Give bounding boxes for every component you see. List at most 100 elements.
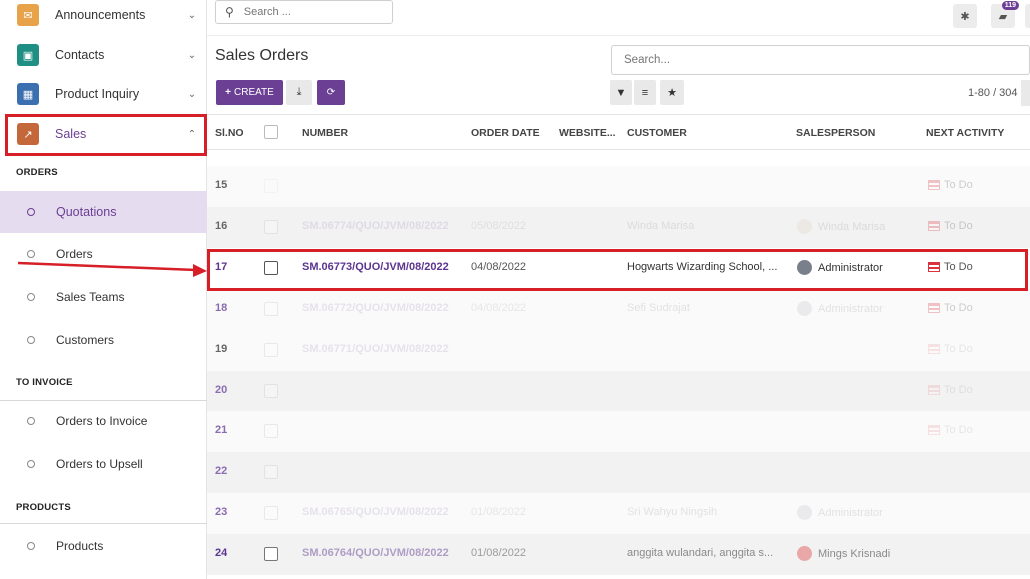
menu-item-quotations[interactable]: Quotations bbox=[0, 191, 207, 233]
list-search-box[interactable] bbox=[611, 45, 1030, 75]
section-orders: ORDERS bbox=[16, 167, 58, 178]
favorites-button[interactable]: ★ bbox=[660, 80, 684, 105]
column-header[interactable]: ORDER DATE bbox=[471, 127, 540, 139]
order-number[interactable]: SM.06771/QUO/JVM/08/2022 bbox=[302, 343, 449, 355]
order-number[interactable]: SM.06773/QUO/JVM/08/2022 bbox=[302, 261, 449, 273]
bug-icon: ✱ bbox=[960, 10, 970, 23]
menu-item-customers[interactable]: Customers bbox=[0, 321, 207, 359]
row-number: 24 bbox=[215, 547, 228, 559]
divider bbox=[0, 400, 207, 401]
row-checkbox[interactable] bbox=[264, 384, 278, 398]
sidebar: ✉ Announcements ⌄ ▣ Contacts ⌄ ▦ Product… bbox=[0, 0, 207, 579]
menu-item-products[interactable]: Products bbox=[0, 527, 207, 565]
app-label: Product Inquiry bbox=[55, 87, 140, 101]
activity-cell: To Do bbox=[928, 302, 973, 314]
row-checkbox[interactable] bbox=[264, 302, 278, 316]
table-row[interactable]: 23 SM.06765/QUO/JVM/08/2022 01/08/2022 S… bbox=[207, 493, 1030, 534]
order-number[interactable]: SM.06765/QUO/JVM/08/2022 bbox=[302, 506, 449, 518]
activity-label: To Do bbox=[944, 261, 973, 273]
global-search-box[interactable]: ⚲ bbox=[215, 0, 393, 24]
order-number[interactable]: SM.06772/QUO/JVM/08/2022 bbox=[302, 302, 449, 314]
menu-item-sales-teams[interactable]: Sales Teams bbox=[0, 278, 207, 316]
row-checkbox[interactable] bbox=[264, 220, 278, 234]
order-date: 04/08/2022 bbox=[471, 261, 527, 273]
row-number: 23 bbox=[215, 506, 228, 518]
table-row[interactable]: 19 SM.06771/QUO/JVM/08/2022 To Do bbox=[207, 330, 1030, 371]
row-checkbox[interactable] bbox=[264, 506, 278, 520]
debug-bug-button[interactable]: ✱ bbox=[953, 4, 977, 28]
column-header[interactable]: NEXT ACTIVITY bbox=[926, 127, 1004, 139]
pager-value[interactable]: 1-80 / 304 bbox=[968, 87, 1018, 99]
bullet-icon bbox=[27, 417, 35, 425]
order-number[interactable]: SM.06774/QUO/JVM/08/2022 bbox=[302, 220, 449, 232]
menu-label: Customers bbox=[56, 333, 115, 347]
download-icon: ⤓ bbox=[296, 86, 302, 98]
app-contacts[interactable]: ▣ Contacts ⌄ bbox=[0, 35, 207, 75]
salesperson-label: Administrator bbox=[818, 506, 883, 519]
section-products: PRODUCTS bbox=[16, 502, 71, 513]
bullet-icon bbox=[27, 293, 35, 301]
create-button[interactable]: + CREATE bbox=[216, 80, 283, 105]
table-row[interactable]: 21 To Do bbox=[207, 411, 1030, 452]
messages-button[interactable]: ▰ 119 bbox=[991, 1, 1019, 28]
column-header[interactable]: CUSTOMER bbox=[627, 127, 687, 139]
app-product-inquiry[interactable]: ▦ Product Inquiry ⌄ bbox=[0, 74, 207, 114]
messages-badge: 119 bbox=[1001, 1, 1019, 10]
row-checkbox[interactable] bbox=[264, 179, 278, 193]
list-icon: ≡ bbox=[641, 86, 649, 99]
table-row[interactable]: 20 To Do bbox=[207, 371, 1030, 412]
column-header[interactable]: Sl.NO bbox=[215, 127, 244, 139]
chevron-down-icon: ⌄ bbox=[187, 88, 197, 100]
bullet-icon bbox=[27, 250, 35, 258]
user-menu-button[interactable] bbox=[1025, 4, 1030, 28]
list-search-input[interactable] bbox=[624, 54, 1004, 66]
row-checkbox[interactable] bbox=[264, 547, 278, 561]
group-by-button[interactable]: ≡ bbox=[634, 80, 656, 105]
app-announcements[interactable]: ✉ Announcements ⌄ bbox=[0, 0, 207, 35]
menu-item-orders[interactable]: Orders bbox=[0, 235, 207, 273]
bullet-icon bbox=[27, 542, 35, 550]
pager-next-button[interactable] bbox=[1021, 80, 1030, 106]
row-checkbox[interactable] bbox=[264, 465, 278, 479]
global-search-input[interactable] bbox=[243, 6, 364, 18]
table-row[interactable]: 22 bbox=[207, 452, 1030, 493]
top-bar: ⚲ ✱ ▰ 119 bbox=[207, 0, 1030, 36]
table-row[interactable]: 18 SM.06772/QUO/JVM/08/2022 04/08/2022 S… bbox=[207, 289, 1030, 330]
menu-item-orders-to-upsell[interactable]: Orders to Upsell bbox=[0, 445, 207, 483]
menu-item-orders-to-invoice[interactable]: Orders to Invoice bbox=[0, 402, 207, 440]
table-row[interactable]: 17 SM.06773/QUO/JVM/08/2022 04/08/2022 H… bbox=[207, 248, 1030, 289]
activity-label: To Do bbox=[944, 424, 973, 436]
order-number[interactable]: SM.06764/QUO/JVM/08/2022 bbox=[302, 547, 449, 559]
calendar-icon bbox=[928, 425, 940, 435]
column-header[interactable]: SALESPERSON bbox=[796, 127, 875, 139]
column-header[interactable]: NUMBER bbox=[302, 127, 348, 139]
order-date: 04/08/2022 bbox=[471, 302, 527, 314]
row-number: 20 bbox=[215, 384, 228, 396]
row-checkbox[interactable] bbox=[264, 343, 278, 357]
row-checkbox[interactable] bbox=[264, 424, 278, 438]
row-number: 18 bbox=[215, 302, 228, 314]
calendar-icon bbox=[928, 303, 940, 313]
salesperson-cell: Administrator bbox=[797, 301, 883, 316]
download-button[interactable]: ⤓ bbox=[286, 80, 312, 105]
avatar bbox=[797, 260, 812, 275]
table-row[interactable]: 24 SM.06764/QUO/JVM/08/2022 01/08/2022 a… bbox=[207, 534, 1030, 575]
table-row[interactable]: 16 SM.06774/QUO/JVM/08/2022 05/08/2022 W… bbox=[207, 207, 1030, 248]
refresh-button[interactable]: ⟳ bbox=[317, 80, 345, 105]
column-header[interactable]: WEBSITE... bbox=[559, 127, 616, 139]
row-number: 21 bbox=[215, 424, 228, 436]
filter-button[interactable]: ▼ bbox=[610, 80, 632, 105]
app-sales[interactable]: ↗ Sales ⌃ bbox=[0, 114, 207, 154]
customer-cell: anggita wulandari, anggita s... bbox=[627, 547, 774, 559]
table-row[interactable]: 15 To Do bbox=[207, 166, 1030, 207]
row-number: 19 bbox=[215, 343, 228, 355]
row-checkbox[interactable] bbox=[264, 261, 278, 275]
bullet-icon bbox=[27, 208, 35, 216]
avatar bbox=[797, 301, 812, 316]
bullet-icon bbox=[27, 336, 35, 344]
salesperson-cell: Winda Marisa bbox=[797, 219, 885, 234]
megaphone-icon: ✉ bbox=[17, 4, 39, 26]
section-to-invoice: TO INVOICE bbox=[16, 377, 73, 388]
select-all-checkbox[interactable] bbox=[264, 125, 278, 139]
customer-cell: Winda Marisa bbox=[627, 220, 695, 232]
